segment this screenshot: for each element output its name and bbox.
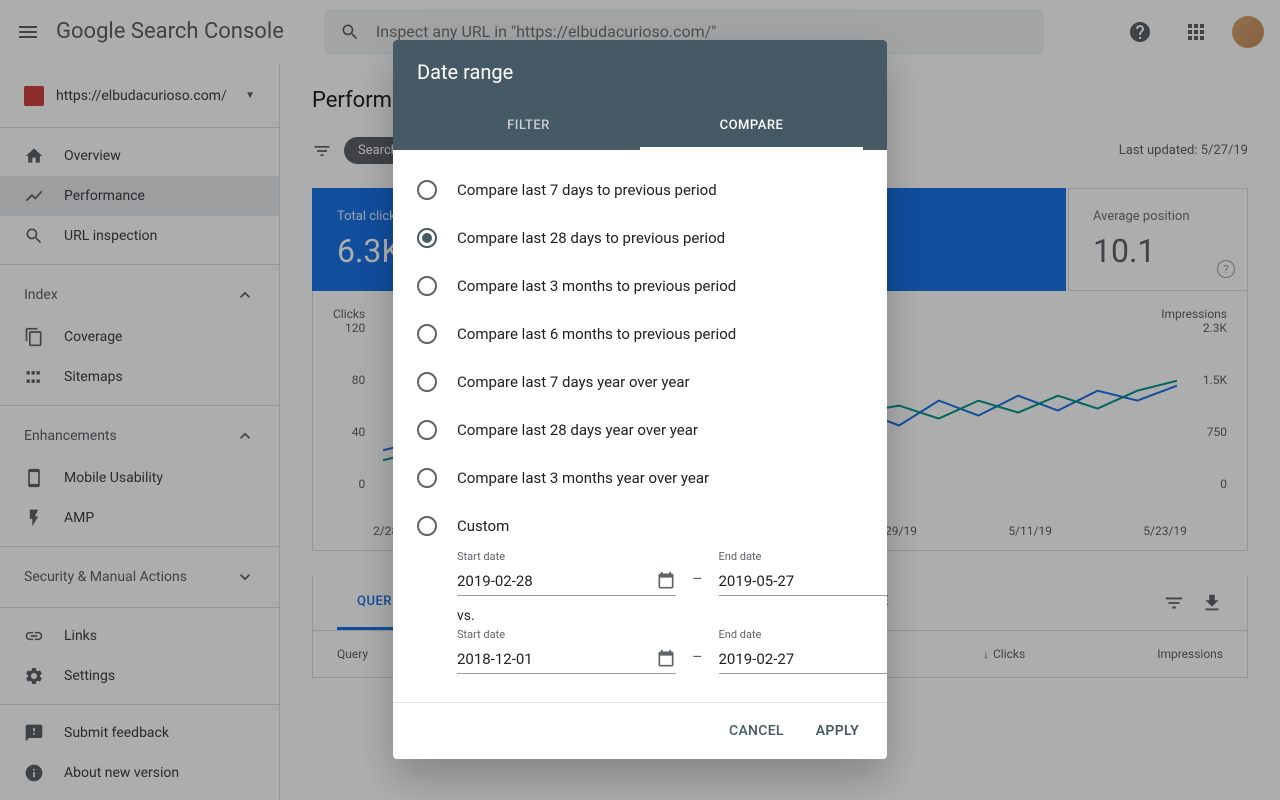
end-date-1-input[interactable] [719, 567, 888, 596]
radio-option-4[interactable]: Compare last 7 days year over year [401, 358, 879, 406]
radio-icon [417, 276, 437, 296]
radio-option-5[interactable]: Compare last 28 days year over year [401, 406, 879, 454]
radio-label: Compare last 7 days year over year [457, 373, 690, 391]
cancel-button[interactable]: CANCEL [717, 715, 796, 747]
radio-label: Custom [457, 517, 509, 535]
tab-compare[interactable]: COMPARE [640, 104, 863, 150]
radio-icon [417, 324, 437, 344]
radio-icon [417, 516, 437, 536]
radio-label: Compare last 3 months to previous period [457, 277, 736, 295]
radio-label: Compare last 6 months to previous period [457, 325, 736, 343]
end-date-2: End date [719, 628, 888, 674]
start-date-1: Start date [457, 550, 676, 596]
radio-label: Compare last 3 months year over year [457, 469, 709, 487]
radio-label: Compare last 28 days to previous period [457, 229, 725, 247]
apply-button[interactable]: APPLY [804, 715, 871, 747]
radio-option-0[interactable]: Compare last 7 days to previous period [401, 166, 879, 214]
radio-option-1[interactable]: Compare last 28 days to previous period [401, 214, 879, 262]
radio-icon [417, 372, 437, 392]
radio-icon [417, 180, 437, 200]
start-date-1-input[interactable] [457, 567, 676, 596]
radio-icon [417, 228, 437, 248]
radio-option-7[interactable]: Custom [401, 502, 879, 550]
dialog-title: Date range [417, 60, 863, 84]
radio-label: Compare last 28 days year over year [457, 421, 698, 439]
calendar-icon[interactable] [656, 571, 676, 591]
radio-option-6[interactable]: Compare last 3 months year over year [401, 454, 879, 502]
tab-filter[interactable]: FILTER [417, 104, 640, 150]
radio-icon [417, 420, 437, 440]
date-range-dialog: Date range FILTER COMPARE Compare last 7… [393, 40, 887, 759]
start-date-2-input[interactable] [457, 645, 676, 674]
modal-overlay[interactable]: Date range FILTER COMPARE Compare last 7… [0, 0, 1280, 800]
end-date-2-input[interactable] [719, 645, 888, 674]
vs-label: vs. [457, 608, 863, 624]
radio-label: Compare last 7 days to previous period [457, 181, 717, 199]
radio-icon [417, 468, 437, 488]
end-date-1: End date [719, 550, 888, 596]
calendar-icon[interactable] [656, 649, 676, 669]
start-date-2: Start date [457, 628, 676, 674]
radio-option-3[interactable]: Compare last 6 months to previous period [401, 310, 879, 358]
radio-option-2[interactable]: Compare last 3 months to previous period [401, 262, 879, 310]
